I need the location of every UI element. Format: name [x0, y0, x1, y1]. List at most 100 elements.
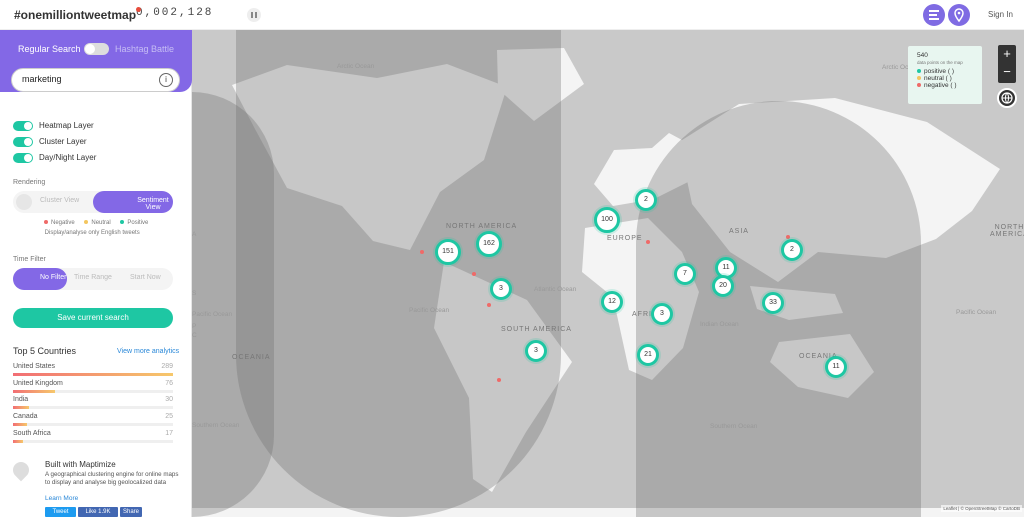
region-label: Pacific Ocean	[409, 307, 450, 314]
map-cluster[interactable]: 7	[674, 263, 696, 285]
negative-point	[472, 272, 476, 276]
world-map[interactable]: Arctic Ocean NORTH AMERICA Atlantic Ocea…	[192, 30, 1024, 517]
counter-value: 0,002,128	[136, 7, 214, 19]
region-label: Pacific Ocean	[192, 311, 233, 318]
region-label: Indian Ocean	[700, 321, 739, 328]
menu-button[interactable]	[923, 4, 945, 26]
layer-label-day-night: Day/Night Layer	[39, 153, 97, 163]
list-icon	[929, 10, 939, 20]
country-progress-bar	[13, 390, 173, 393]
live-indicator-icon	[136, 7, 141, 12]
sentiment-legend: Negative Neutral Positive Display/analys…	[36, 220, 148, 236]
region-label: OCEANIA	[232, 354, 271, 361]
learn-more-link[interactable]: Learn More	[45, 495, 78, 502]
pause-icon[interactable]	[247, 8, 261, 22]
country-row: India 30	[13, 396, 173, 409]
share-button[interactable]: Share	[120, 507, 142, 517]
country-name: India	[13, 396, 29, 403]
start-now-option[interactable]: Start Now	[130, 274, 161, 281]
toggle-switch-icon	[13, 153, 33, 163]
country-count: 289	[161, 363, 173, 370]
map-cluster[interactable]: 151	[435, 239, 461, 265]
summary-subtitle: data points on the map	[917, 60, 963, 65]
region-label: NORTH AMERICA	[446, 223, 518, 230]
facebook-like-button[interactable]: Like 1.9K	[78, 507, 118, 517]
cluster-layer-toggle[interactable]: Cluster Layer	[13, 137, 87, 147]
country-row: South Africa 17	[13, 430, 173, 443]
summary-negative: negative ( )	[917, 82, 973, 89]
layer-label-cluster: Cluster Layer	[39, 137, 87, 147]
map-cluster[interactable]: 3	[490, 278, 512, 300]
top-countries-heading: Top 5 Countries	[13, 346, 77, 356]
search-input[interactable]: marketing i	[11, 68, 180, 92]
map-cluster[interactable]: 12	[601, 291, 623, 313]
info-icon[interactable]: i	[159, 73, 173, 87]
country-progress-bar	[13, 406, 173, 409]
map-cluster[interactable]: 2	[635, 189, 657, 211]
built-with-title: Built with Maptimize	[45, 460, 116, 469]
country-count: 25	[165, 413, 173, 420]
app-title: #onemilliontweetmap	[14, 8, 137, 22]
rendering-mode-control: Cluster View Sentiment View	[13, 191, 173, 213]
region-label: Pacific Ocean	[956, 309, 997, 316]
country-progress-bar	[13, 423, 173, 426]
map-cluster[interactable]: 3	[651, 303, 673, 325]
map-attribution[interactable]: Leaflet | © OpenStreetMap © CartoDB	[941, 505, 1022, 512]
negative-point	[497, 378, 501, 382]
night-region	[236, 30, 561, 517]
map-cluster[interactable]: 162	[476, 231, 502, 257]
zoom-control: + −	[998, 45, 1016, 83]
country-name: United States	[13, 363, 56, 370]
location-button[interactable]	[948, 4, 970, 26]
map-cluster[interactable]: 11	[825, 356, 847, 378]
region-label: Southern Ocean	[710, 423, 758, 430]
heatmap-layer-toggle[interactable]: Heatmap Layer	[13, 121, 94, 131]
location-pin-icon	[954, 8, 964, 23]
summary-count: 540	[917, 52, 928, 59]
country-progress-bar	[13, 373, 173, 376]
tweet-counter: 0,002,128	[136, 7, 213, 19]
view-more-analytics-link[interactable]: View more analytics	[117, 348, 179, 355]
zoom-out-button[interactable]: −	[998, 63, 1016, 81]
rendering-heading: Rendering	[13, 179, 46, 186]
region-label: NORTH AMERICA	[990, 224, 1024, 238]
map-cluster[interactable]: 33	[762, 292, 784, 314]
radio-icon	[16, 194, 32, 210]
time-range-option[interactable]: Time Range	[74, 274, 112, 281]
map-cluster[interactable]: 2	[781, 239, 803, 261]
map-cluster[interactable]: 21	[637, 344, 659, 366]
cluster-view-option[interactable]: Cluster View	[40, 197, 79, 204]
negative-point	[646, 240, 650, 244]
search-mode-toggle[interactable]	[84, 43, 109, 55]
regular-search-label: Regular Search	[18, 44, 81, 54]
no-filter-option[interactable]: No Filter	[13, 268, 67, 290]
sentiment-view-option[interactable]: Sentiment View	[93, 191, 173, 213]
legend-neutral: Neutral	[91, 220, 111, 226]
legend-negative: Negative	[51, 220, 75, 226]
negative-point	[420, 250, 424, 254]
map-cluster[interactable]: 20	[712, 275, 734, 297]
maptimize-pin-icon	[9, 458, 33, 482]
region-label: C	[192, 332, 197, 339]
globe-icon	[1001, 92, 1013, 104]
map-cluster[interactable]: 3	[525, 340, 547, 362]
sentiment-view-label: Sentiment View	[137, 197, 169, 211]
region-label: A	[192, 231, 197, 238]
country-row: Canada 25	[13, 413, 173, 426]
time-filter-heading: Time Filter	[13, 256, 46, 263]
day-night-layer-toggle[interactable]: Day/Night Layer	[13, 153, 96, 163]
legend-positive: Positive	[127, 220, 149, 226]
save-search-button[interactable]: Save current search	[13, 308, 173, 328]
region-label: Arctic Ocean	[337, 63, 375, 70]
hashtag-battle-label[interactable]: Hashtag Battle	[115, 44, 174, 54]
search-mode-panel: Regular Search Hashtag Battle marketing i	[0, 30, 192, 92]
zoom-in-button[interactable]: +	[998, 45, 1016, 63]
no-filter-label: No Filter	[40, 274, 67, 281]
globe-view-button[interactable]	[997, 88, 1017, 108]
region-label: Southern Ocean	[192, 422, 240, 429]
tweet-button[interactable]: Tweet	[45, 507, 76, 517]
region-label: ASIA	[729, 228, 749, 235]
map-cluster[interactable]: 100	[594, 207, 620, 233]
sign-in-link[interactable]: Sign In	[988, 10, 1013, 19]
country-count: 76	[165, 380, 173, 387]
